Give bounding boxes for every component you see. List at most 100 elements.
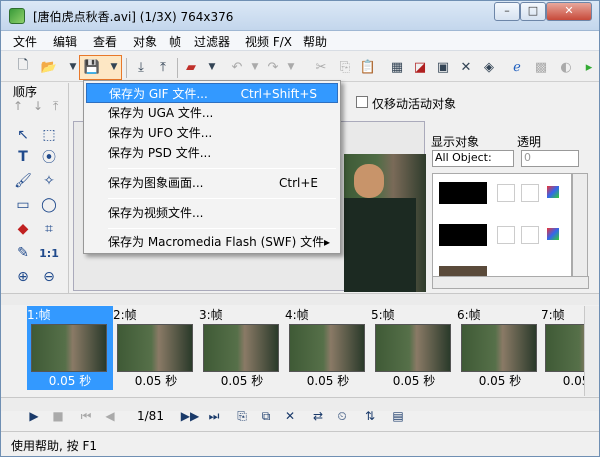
select-tool-icon[interactable]: ⬚ — [39, 125, 59, 145]
paste-icon[interactable]: 📋 — [358, 57, 378, 77]
flip-icon[interactable]: ⇅ — [361, 407, 379, 425]
menu-video-fx[interactable]: 视频 F/X — [245, 33, 292, 50]
delete-frame-icon[interactable]: ✕ — [281, 407, 299, 425]
brush-tool-icon[interactable]: 🖌 — [13, 171, 33, 191]
wizard-icon[interactable]: ◐ — [556, 57, 576, 77]
frame-delay[interactable]: 0.05 秒 — [371, 372, 457, 389]
magic-tool-icon[interactable]: ✧ — [39, 171, 59, 191]
move-active-checkbox[interactable] — [356, 96, 368, 108]
actual-size-icon[interactable]: 1:1 — [39, 243, 59, 263]
menu-filter[interactable]: 过滤器 — [194, 33, 230, 50]
copy-icon[interactable]: ⎘ — [335, 57, 355, 77]
object-list-hscrollbar[interactable] — [432, 276, 589, 289]
object-swatch[interactable] — [521, 226, 539, 244]
duplicate-icon[interactable]: ▣ — [433, 57, 453, 77]
pointer-tool-icon[interactable]: ↖ — [13, 125, 33, 145]
crop-tool-icon[interactable]: ⌗ — [39, 219, 59, 239]
next-frame-icon[interactable]: ▶▶ — [181, 407, 199, 425]
menu-view[interactable]: 查看 — [93, 33, 117, 50]
menu-item-save-video[interactable]: 保存为视频文件... — [86, 203, 338, 223]
menu-file[interactable]: 文件 — [13, 33, 37, 50]
stop-icon[interactable]: ■ — [49, 407, 67, 425]
optimize-icon[interactable]: ▩ — [531, 57, 551, 77]
object-list-scrollbar[interactable] — [572, 173, 588, 277]
object-swatch[interactable] — [521, 184, 539, 202]
reverse-icon[interactable]: ⇄ — [309, 407, 327, 425]
frame-item[interactable]: 3:帧 0.05 秒 — [199, 306, 285, 390]
add-frame-icon[interactable]: ⎘ — [233, 407, 251, 425]
show-objects-select[interactable]: All Object: — [432, 150, 514, 167]
delete-frame-icon[interactable]: ◪ — [410, 57, 430, 77]
menu-help[interactable]: 帮助 — [303, 33, 327, 50]
frame-delay[interactable]: 0.05 秒 — [113, 372, 199, 389]
effect-icon[interactable]: ◈ — [479, 57, 499, 77]
color-icon[interactable] — [547, 228, 559, 240]
menu-item-save-gif[interactable]: 保存为 GIF 文件... Ctrl+Shift+S — [86, 83, 338, 103]
play-icon[interactable]: ▶ — [25, 407, 43, 425]
eraser-tool-icon[interactable]: ▭ — [13, 195, 33, 215]
last-frame-icon[interactable]: ⏭ — [205, 407, 223, 425]
lasso-tool-icon[interactable]: ◯ — [39, 195, 59, 215]
frame-item[interactable]: 2:帧 0.05 秒 — [113, 306, 199, 390]
cut-icon[interactable]: ✂ — [311, 57, 331, 77]
frame-item[interactable]: 6:帧 0.05 秒 — [457, 306, 543, 390]
object-thumb[interactable] — [439, 224, 487, 246]
frame-delay[interactable]: 0.05 秒 — [541, 372, 584, 389]
eyedropper-tool-icon[interactable]: ✎ — [13, 243, 33, 263]
transparency-input[interactable]: 0 — [521, 150, 579, 167]
zoom-in-icon[interactable]: ⊕ — [13, 267, 33, 287]
frame-item[interactable]: 7:帧 0.05 秒 — [541, 306, 584, 390]
object-thumb[interactable] — [439, 182, 487, 204]
menu-edit[interactable]: 编辑 — [53, 33, 77, 50]
open-dropdown-icon[interactable]: ▼ — [63, 57, 83, 77]
frame-item[interactable]: 4:帧 0.05 秒 — [285, 306, 371, 390]
crop-icon[interactable]: ▦ — [387, 57, 407, 77]
frame-delay[interactable]: 0.05 秒 — [27, 372, 113, 389]
prev-frame-icon[interactable]: ◀ — [101, 407, 119, 425]
duplicate-frame-icon[interactable]: ⧉ — [257, 407, 275, 425]
frame-delay[interactable]: 0.05 秒 — [199, 372, 285, 389]
menu-item-save-uga[interactable]: 保存为 UGA 文件... — [86, 103, 338, 123]
frame-delay[interactable]: 0.05 秒 — [285, 372, 371, 389]
undo-dropdown-icon[interactable]: ▼ — [245, 57, 265, 77]
properties-icon[interactable]: ▤ — [389, 407, 407, 425]
rotate-tool-icon[interactable]: ⦿ — [39, 147, 59, 167]
redo-dropdown-icon[interactable]: ▼ — [281, 57, 301, 77]
redo-icon[interactable]: ↷ — [263, 57, 283, 77]
import-icon[interactable]: ⤓ — [131, 57, 151, 77]
menu-item-save-psd[interactable]: 保存为 PSD 文件... — [86, 143, 338, 163]
frames-splitter[interactable] — [1, 293, 599, 305]
more-icon[interactable]: ▸ — [579, 57, 599, 77]
save-icon[interactable]: 💾 — [82, 57, 102, 77]
timing-icon[interactable]: ⏲ — [333, 407, 351, 425]
new-file-icon[interactable]: 🗋 — [13, 57, 33, 77]
text-tool-icon[interactable]: T — [13, 147, 33, 167]
object-swatch[interactable] — [497, 226, 515, 244]
object-thumb[interactable] — [439, 266, 487, 276]
menu-item-save-ufo[interactable]: 保存为 UFO 文件... — [86, 123, 338, 143]
open-folder-icon[interactable]: 📂 — [39, 57, 59, 77]
menu-object[interactable]: 对象 — [133, 33, 157, 50]
menu-item-save-image[interactable]: 保存为图象画面... Ctrl+E — [86, 173, 338, 193]
first-frame-icon[interactable]: ⏮ — [77, 407, 95, 425]
undo-icon[interactable]: ↶ — [227, 57, 247, 77]
menu-frame[interactable]: 帧 — [169, 33, 181, 50]
fill-tool-icon[interactable]: ◆ — [13, 219, 33, 239]
frame-item[interactable]: 5:帧 0.05 秒 — [371, 306, 457, 390]
object-list[interactable] — [432, 173, 572, 277]
frame-item[interactable]: 1:帧 0.05 秒 — [27, 306, 113, 390]
maximize-button[interactable]: □ — [520, 2, 546, 21]
frame-strip-vscrollbar[interactable] — [584, 306, 599, 396]
minimize-button[interactable]: – — [494, 2, 520, 21]
frame-delay[interactable]: 0.05 秒 — [457, 372, 543, 389]
menu-item-save-swf[interactable]: 保存为 Macromedia Flash (SWF) 文件 ▸ — [86, 232, 338, 252]
export-icon[interactable]: ⤒ — [153, 57, 173, 77]
color-icon[interactable] — [547, 186, 559, 198]
paint-dropdown-icon[interactable]: ▼ — [202, 57, 222, 77]
save-dropdown-icon[interactable]: ▼ — [104, 57, 124, 77]
object-swatch[interactable] — [497, 184, 515, 202]
paint-icon[interactable]: ▰ — [181, 57, 201, 77]
zoom-out-icon[interactable]: ⊖ — [39, 267, 59, 287]
web-preview-icon[interactable]: ℯ — [507, 57, 527, 77]
close-button[interactable]: ✕ — [546, 2, 592, 21]
